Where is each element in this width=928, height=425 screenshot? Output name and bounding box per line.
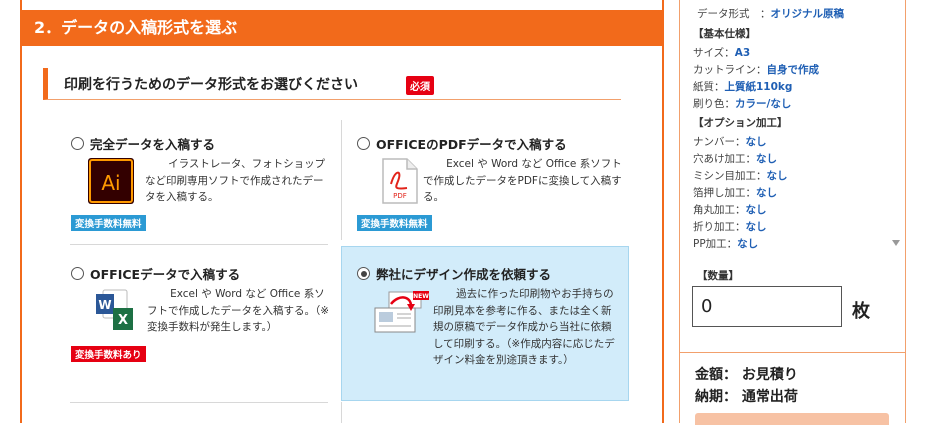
summary-option-head: 【オプション加工】 bbox=[693, 117, 788, 129]
option-office-data[interactable]: OFFICEデータで入稿する W X Excel や Word など Offic… bbox=[71, 264, 331, 364]
radio-button[interactable] bbox=[71, 137, 84, 150]
option-title: OFFICEデータで入稿する bbox=[90, 267, 241, 282]
office-icon: W X bbox=[96, 289, 133, 330]
order-button[interactable] bbox=[695, 413, 889, 425]
required-badge: 必須 bbox=[406, 76, 434, 95]
radio-button[interactable] bbox=[71, 267, 84, 280]
summary-value: なし bbox=[745, 136, 767, 148]
summary-value: A3 bbox=[734, 47, 751, 59]
summary-value: なし bbox=[756, 187, 777, 199]
summary-data-format: データ形式 ：オリジナル原稿 bbox=[697, 8, 845, 20]
summary-cutline: カットライン：自身で作成 bbox=[693, 64, 820, 76]
divider bbox=[341, 402, 342, 423]
svg-text:NEW: NEW bbox=[413, 293, 429, 300]
summary-value: カラー/なし bbox=[735, 98, 792, 110]
divider bbox=[341, 120, 342, 240]
fee-badge: 変換手数料あり bbox=[71, 346, 146, 362]
summary-value: オリジナル原稿 bbox=[770, 8, 845, 20]
summary-value: なし bbox=[766, 170, 788, 182]
fee-badge: 変換手数料無料 bbox=[71, 215, 146, 231]
price-value: お見積り bbox=[741, 367, 798, 383]
price-row: 金額： お見積り bbox=[695, 367, 798, 383]
summary-value: 自身で作成 bbox=[766, 64, 820, 76]
scroll-down-icon[interactable] bbox=[892, 240, 900, 246]
radio-button[interactable] bbox=[357, 137, 370, 150]
summary-hole: 穴あけ加工：なし bbox=[693, 153, 777, 165]
option-description: イラストレータ、フォトショップなど印刷専用ソフトで作成されたデータを入稿する。 bbox=[145, 158, 326, 203]
design-request-icon: NEW bbox=[374, 291, 429, 333]
fee-badge: 変換手数料無料 bbox=[357, 215, 432, 231]
summary-value: なし bbox=[756, 153, 777, 165]
quantity-unit: 枚 bbox=[852, 301, 870, 322]
summary-number: ナンバー：なし bbox=[693, 136, 767, 148]
option-full-data[interactable]: 完全データを入稿する Ai イラストレータ、フォトショップなど印刷専用ソフトで作… bbox=[71, 134, 331, 234]
radio-button-selected[interactable] bbox=[357, 267, 370, 280]
summary-fold: 折り加工：なし bbox=[693, 221, 767, 233]
section-header: 2．データの入稿形式を選ぶ bbox=[20, 10, 664, 46]
summary-size: サイズ：A3 bbox=[693, 47, 751, 59]
quantity-label: 【数量】 bbox=[697, 270, 739, 282]
svg-text:W: W bbox=[98, 298, 111, 312]
delivery-row: 納期： 通常出荷 bbox=[695, 389, 798, 405]
subsection-header: 印刷を行うためのデータ形式をお選びください 必須 bbox=[43, 68, 621, 100]
delivery-value: 通常出荷 bbox=[741, 389, 798, 405]
option-description: Excel や Word など Office 系ソフトで作成したデータを入稿する… bbox=[147, 288, 330, 333]
divider bbox=[70, 244, 328, 245]
option-title: 完全データを入稿する bbox=[90, 137, 216, 152]
option-title: OFFICEのPDFデータで入稿する bbox=[376, 137, 567, 152]
divider bbox=[70, 402, 328, 403]
option-title: 弊社にデザイン作成を依頼する bbox=[376, 267, 552, 282]
summary-perforation: ミシン目加工：なし bbox=[693, 170, 788, 182]
summary-paper: 紙質：上質紙110kg bbox=[693, 81, 793, 93]
summary-value: なし bbox=[745, 204, 767, 216]
subsection-title: 印刷を行うためのデータ形式をお選びください bbox=[64, 77, 358, 93]
summary-basic-head: 【基本仕様】 bbox=[693, 28, 756, 40]
summary-print-color: 刷り色：カラー/なし bbox=[693, 98, 792, 110]
summary-corner: 角丸加工：なし bbox=[693, 204, 767, 216]
summary-value: なし bbox=[745, 221, 767, 233]
summary-value: 上質紙110kg bbox=[724, 81, 793, 93]
illustrator-icon: Ai bbox=[88, 158, 134, 204]
option-description: 過去に作った印刷物やお手持ちの印刷見本を参考に作る、または全く新規の原稿でデータ… bbox=[433, 288, 615, 366]
summary-value: なし bbox=[737, 238, 759, 250]
summary-foil: 箔押し加工：なし bbox=[693, 187, 777, 199]
summary-pp: PP加工：なし bbox=[693, 238, 759, 250]
svg-text:X: X bbox=[118, 313, 128, 328]
svg-text:PDF: PDF bbox=[393, 192, 407, 200]
option-design-request[interactable]: 弊社にデザイン作成を依頼する NEW 過去に作った印刷物やお手持ちの印刷見本を参… bbox=[357, 264, 627, 394]
divider bbox=[680, 352, 905, 353]
pdf-icon: PDF bbox=[382, 158, 418, 204]
svg-text:Ai: Ai bbox=[101, 171, 120, 195]
option-description: Excel や Word など Office 系ソフトで作成したデータをPDFに… bbox=[423, 158, 622, 203]
quantity-input[interactable] bbox=[692, 286, 842, 327]
option-office-pdf[interactable]: OFFICEのPDFデータで入稿する PDF Excel や Word など O… bbox=[357, 134, 627, 234]
